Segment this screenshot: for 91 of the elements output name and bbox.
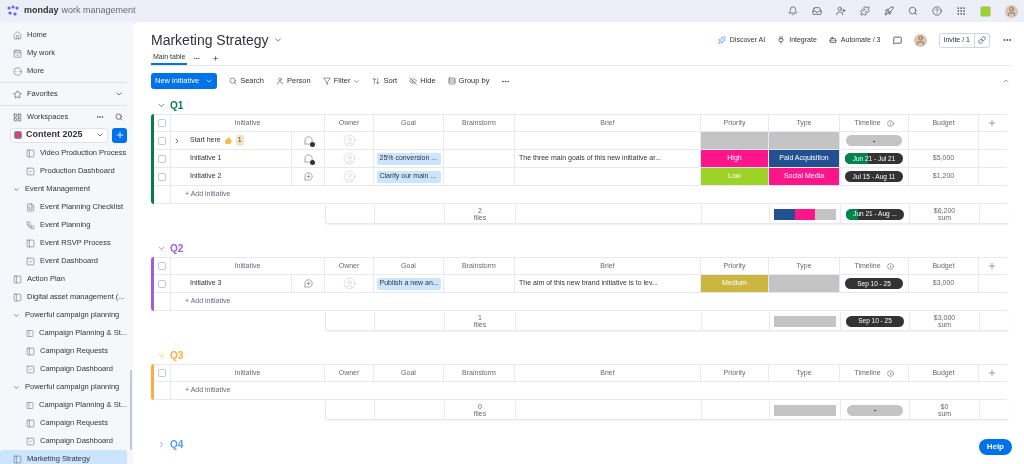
sparkle-icon bbox=[717, 36, 726, 44]
board-icon bbox=[13, 292, 22, 302]
board-icon bbox=[26, 400, 35, 410]
person-icon bbox=[275, 77, 284, 85]
robot-icon bbox=[828, 36, 837, 44]
scrollbar[interactable] bbox=[130, 370, 132, 450]
update-count-icon[interactable] bbox=[303, 136, 313, 145]
caret-icon bbox=[353, 77, 361, 85]
checkbox[interactable] bbox=[158, 136, 166, 145]
copy-link-button[interactable] bbox=[975, 33, 989, 47]
type-distribution-bar[interactable] bbox=[774, 208, 836, 220]
home-icon bbox=[13, 30, 22, 40]
dashboard-icon bbox=[26, 256, 35, 266]
bell-icon[interactable] bbox=[788, 6, 798, 16]
collapse-icon[interactable] bbox=[157, 439, 166, 449]
info-icon[interactable] bbox=[886, 119, 894, 127]
board-icon bbox=[26, 238, 35, 248]
chat-icon[interactable] bbox=[892, 35, 902, 45]
workspace-icon bbox=[14, 131, 22, 139]
rocket-icon[interactable] bbox=[884, 6, 894, 16]
avatar-icon[interactable] bbox=[1005, 4, 1018, 18]
owner-avatar-icon[interactable] bbox=[342, 170, 356, 183]
apps-grid-icon[interactable] bbox=[956, 6, 966, 16]
document-icon bbox=[26, 202, 35, 212]
search-icon bbox=[229, 77, 238, 85]
puzzle-icon[interactable] bbox=[860, 6, 870, 16]
info-icon[interactable] bbox=[886, 262, 894, 270]
collapse-icon[interactable] bbox=[1002, 77, 1010, 85]
add-button[interactable] bbox=[112, 127, 127, 143]
dashboard-icon bbox=[26, 436, 35, 446]
avatar-icon[interactable] bbox=[913, 33, 927, 47]
inbox-icon[interactable] bbox=[812, 6, 822, 16]
checkbox[interactable] bbox=[158, 154, 166, 163]
checkbox[interactable] bbox=[158, 369, 166, 377]
board-icon bbox=[26, 328, 35, 338]
help-icon[interactable] bbox=[932, 6, 942, 16]
plus-icon bbox=[114, 130, 125, 140]
caret-icon[interactable] bbox=[272, 35, 283, 45]
checkbox[interactable] bbox=[158, 262, 166, 270]
board-icon bbox=[13, 454, 22, 464]
rows-icon bbox=[447, 77, 456, 85]
info-icon[interactable] bbox=[886, 369, 894, 377]
caret-icon[interactable] bbox=[115, 90, 123, 98]
star-icon bbox=[13, 89, 22, 99]
search-icon[interactable] bbox=[908, 6, 918, 16]
workflow-icon bbox=[26, 220, 35, 230]
brand-name: monday bbox=[24, 4, 59, 18]
workspace-selector[interactable]: Content 2025 bbox=[10, 127, 109, 143]
dashboard-icon bbox=[26, 364, 35, 374]
add-person-icon[interactable] bbox=[836, 6, 846, 16]
add-column-icon[interactable] bbox=[987, 368, 997, 378]
group-title[interactable]: Q2 bbox=[170, 240, 184, 256]
logo-icon bbox=[6, 5, 20, 17]
owner-avatar-icon[interactable] bbox=[342, 277, 356, 290]
dashboard-icon bbox=[26, 166, 35, 176]
expand-icon[interactable] bbox=[173, 136, 181, 145]
workspaces-icon bbox=[13, 112, 22, 122]
checkbox[interactable] bbox=[158, 172, 166, 181]
more-icon bbox=[13, 66, 22, 76]
owner-avatar-icon[interactable] bbox=[342, 152, 356, 165]
board-icon bbox=[26, 418, 35, 428]
product-name: work management bbox=[61, 4, 136, 18]
add-update-icon[interactable] bbox=[303, 172, 313, 181]
checkbox[interactable] bbox=[158, 119, 166, 127]
timeline-pill[interactable]: - bbox=[846, 135, 902, 146]
checkbox[interactable] bbox=[158, 279, 166, 288]
caret-icon bbox=[205, 77, 214, 85]
board-icon bbox=[13, 274, 22, 284]
thumbs-up-icon bbox=[224, 137, 232, 144]
board-icon bbox=[26, 346, 35, 356]
add-update-icon[interactable] bbox=[303, 279, 313, 288]
add-view-icon[interactable] bbox=[212, 55, 220, 62]
filter-icon bbox=[322, 77, 331, 85]
calendar-icon bbox=[13, 48, 22, 58]
add-column-icon[interactable] bbox=[987, 261, 997, 271]
search-icon[interactable] bbox=[115, 113, 123, 121]
help-button[interactable]: Help bbox=[978, 439, 1012, 455]
update-count-icon[interactable] bbox=[303, 154, 313, 163]
group-title[interactable]: Q1 bbox=[170, 97, 184, 113]
board-icon bbox=[26, 148, 35, 158]
sort-icon bbox=[372, 77, 381, 85]
link-icon bbox=[978, 36, 986, 44]
owner-avatar-icon[interactable] bbox=[342, 134, 356, 147]
plug-icon bbox=[777, 36, 786, 44]
more-icon[interactable] bbox=[96, 113, 104, 121]
app-icon[interactable] bbox=[980, 5, 991, 17]
eye-off-icon bbox=[409, 77, 418, 85]
timeline-pill[interactable]: - bbox=[847, 404, 903, 416]
add-column-icon[interactable] bbox=[987, 118, 997, 128]
board-title[interactable]: Marketing Strategy bbox=[151, 29, 269, 51]
caret-icon bbox=[96, 131, 105, 139]
